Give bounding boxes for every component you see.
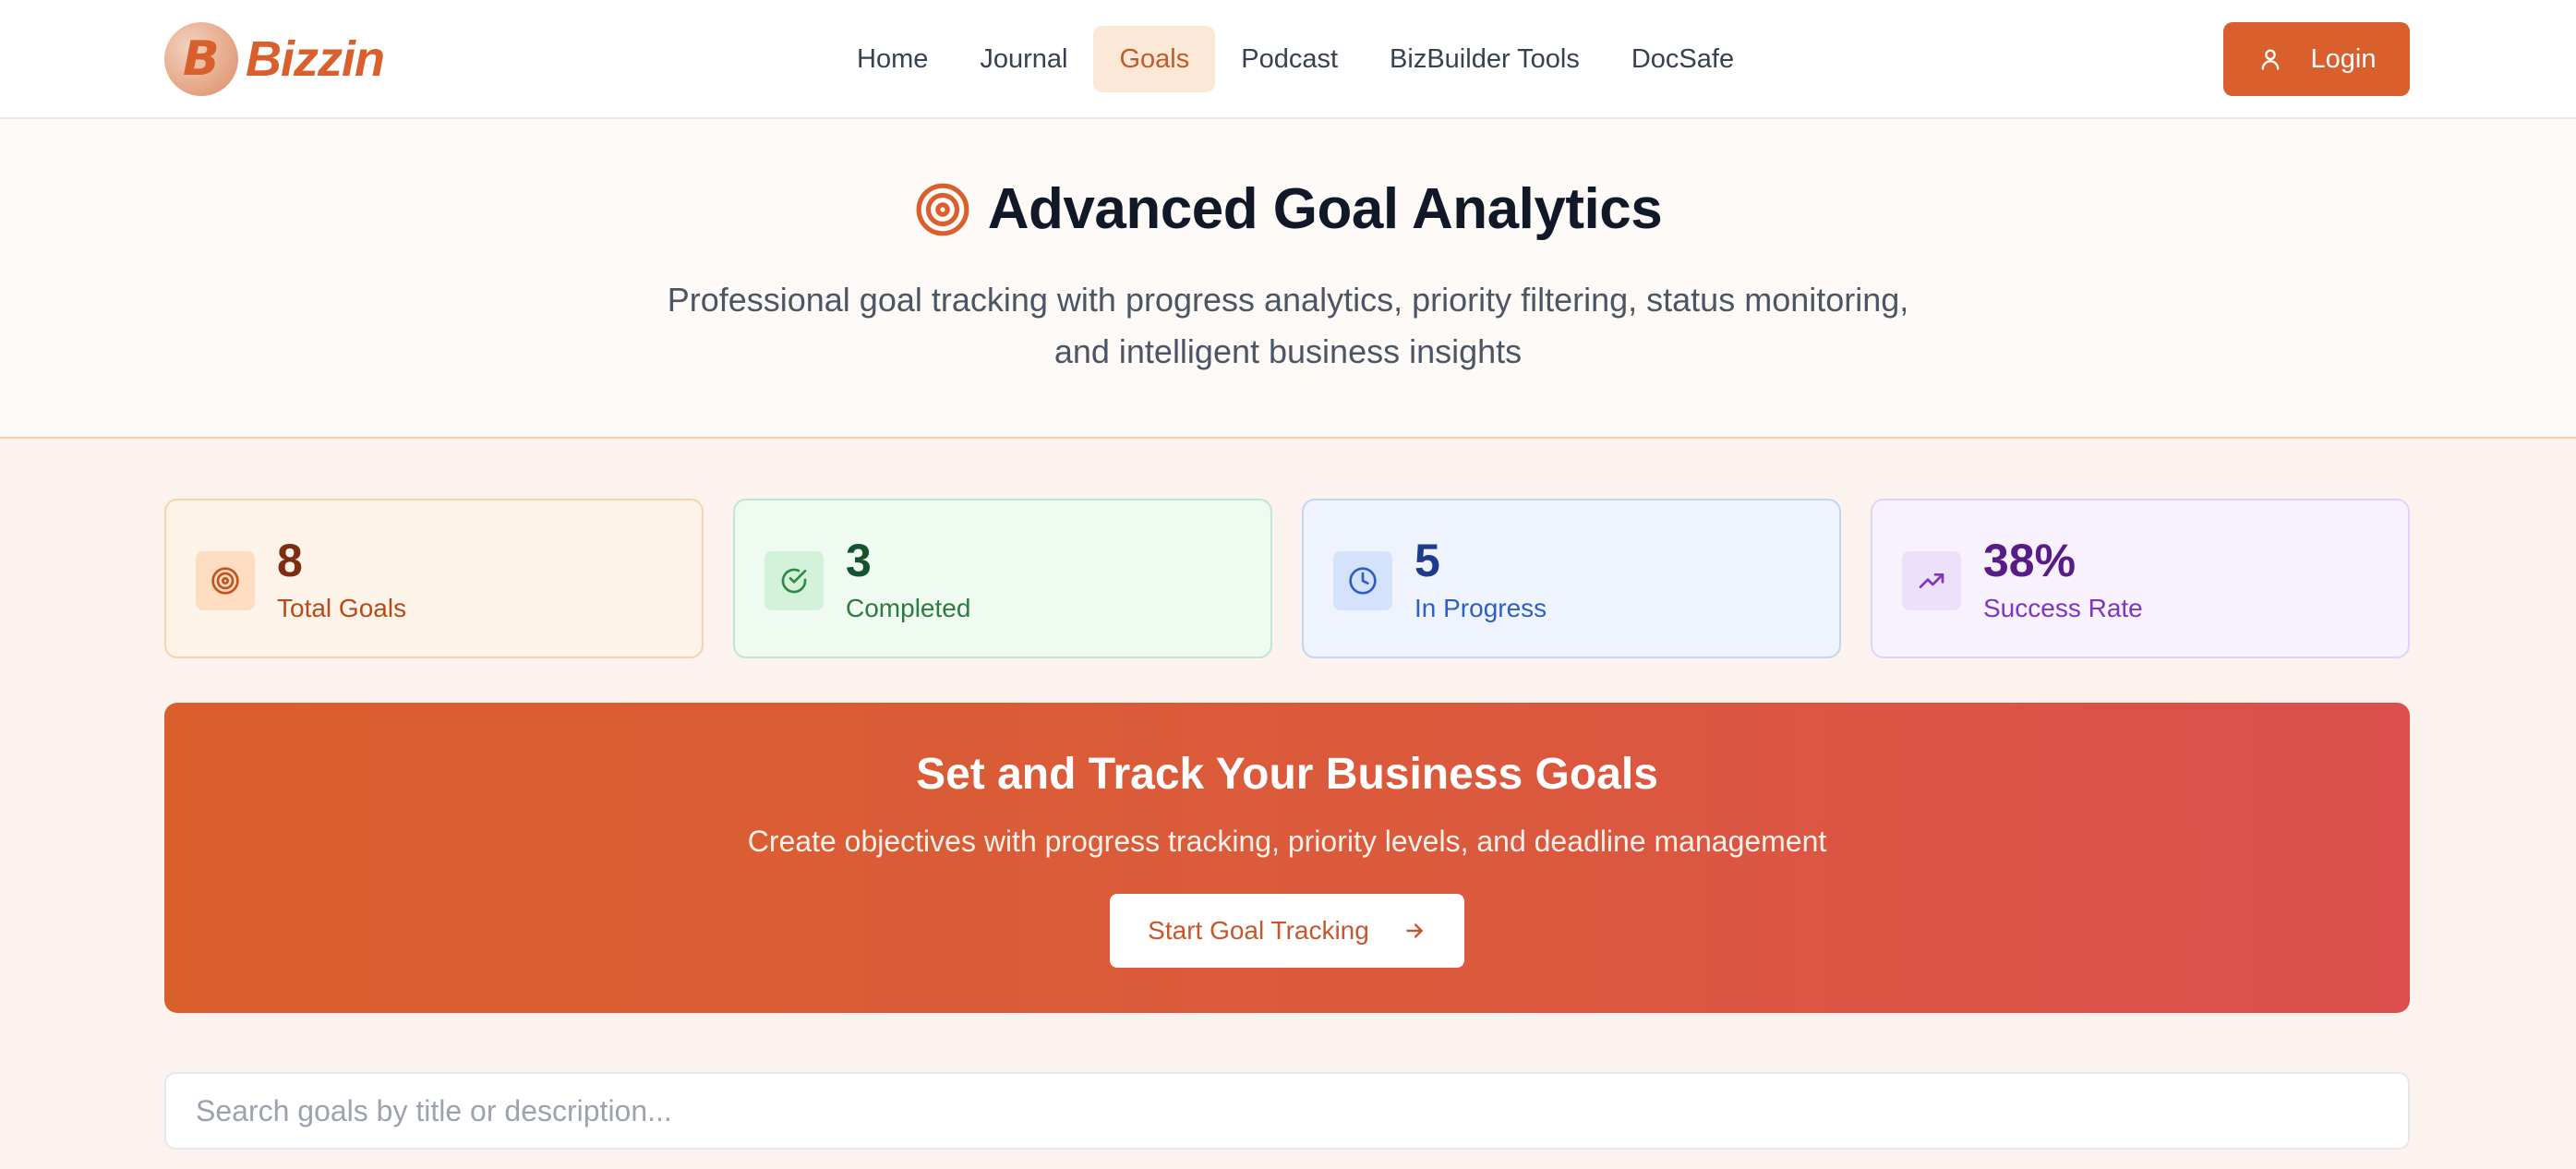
page-subtitle: Professional goal tracking with progress… [667, 281, 1909, 370]
page-title-text: Advanced Goal Analytics [987, 177, 1663, 241]
check-circle-icon [764, 551, 824, 610]
logo-badge-icon: B [164, 22, 238, 96]
stat-card-success-rate: 38% Success Rate [1871, 499, 2410, 658]
stat-card-total-goals: 8 Total Goals [164, 499, 704, 658]
login-label: Login [2310, 43, 2377, 74]
arrow-right-icon [1406, 923, 1423, 938]
nav-item-bizbuilder-tools[interactable]: BizBuilder Tools [1364, 26, 1606, 92]
target-icon [916, 183, 969, 235]
brand-logo[interactable]: B Bizzin [164, 22, 385, 96]
page-title: Advanced Goal Analytics [0, 176, 2576, 242]
cta-subtitle: Create objectives with progress tracking… [747, 825, 1827, 858]
search-goals-input[interactable] [164, 1072, 2410, 1150]
top-navbar: B Bizzin Home Journal Goals Podcast BizB… [0, 0, 2576, 119]
cta-button-label: Start Goal Tracking [1148, 916, 1369, 945]
stat-value: 8 [277, 535, 303, 586]
nav-item-podcast[interactable]: Podcast [1215, 26, 1364, 92]
stat-value: 38% [1983, 535, 2076, 586]
stat-label: Completed [846, 594, 971, 622]
target-icon [196, 551, 255, 610]
hero-section: Advanced Goal Analytics Professional goa… [0, 119, 2576, 439]
stat-value: 3 [846, 535, 872, 586]
user-icon [2261, 49, 2279, 70]
main-nav: Home Journal Goals Podcast BizBuilder To… [831, 26, 1760, 92]
stat-label: Success Rate [1983, 594, 2143, 622]
stat-label: Total Goals [277, 594, 407, 622]
nav-item-home[interactable]: Home [831, 26, 954, 92]
cta-title: Set and Track Your Business Goals [916, 750, 1658, 799]
start-goal-tracking-button[interactable]: Start Goal Tracking [1110, 894, 1464, 968]
trending-up-icon [1902, 551, 1961, 610]
stat-label: In Progress [1414, 594, 1547, 622]
nav-item-journal[interactable]: Journal [954, 26, 1093, 92]
stat-value: 5 [1414, 535, 1440, 586]
cta-banner: Set and Track Your Business Goals Create… [164, 703, 2410, 1013]
stat-card-completed: 3 Completed [733, 499, 1272, 658]
nav-item-docsafe[interactable]: DocSafe [1606, 26, 1760, 92]
nav-item-goals[interactable]: Goals [1093, 26, 1216, 92]
brand-name: Bizzin [246, 31, 385, 87]
clock-icon [1333, 551, 1392, 610]
stat-card-in-progress: 5 In Progress [1302, 499, 1841, 658]
login-button[interactable]: Login [2223, 22, 2410, 96]
